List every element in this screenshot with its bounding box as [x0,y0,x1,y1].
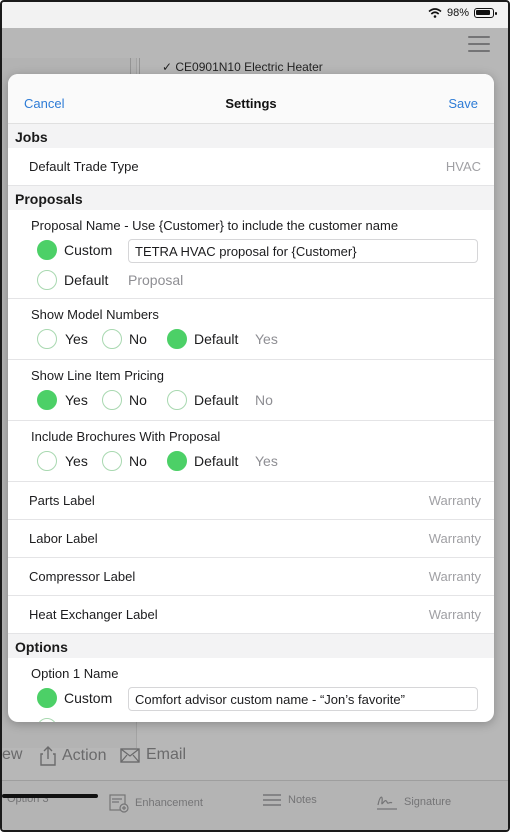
modal-title: Settings [225,96,277,111]
option-1-custom-radio[interactable] [37,688,57,708]
status-bar: 98% [2,2,508,28]
heat-exchanger-label-label: Heat Exchanger Label [29,607,158,622]
section-header-jobs: Jobs [8,124,494,148]
default-trade-type-label: Default Trade Type [29,159,139,174]
option-1-name-block: Option 1 Name Custom Comfort advisor cus… [8,658,494,722]
show-line-item-pricing-default-value: No [255,392,273,408]
settings-modal: Cancel Settings Save Jobs Default Trade … [8,74,494,722]
show-model-numbers-no-label: No [129,331,147,347]
show-model-numbers-title: Show Model Numbers [31,307,159,322]
show-line-item-pricing-yes-radio[interactable] [37,390,57,410]
wifi-icon [428,8,442,18]
proposal-name-custom-label: Custom [64,242,113,258]
show-model-numbers-default-value: Yes [255,331,278,347]
heat-exchanger-label-value: Warranty [428,607,481,622]
compressor-label-value: Warranty [428,569,481,584]
include-brochures-default-label: Default [194,453,239,469]
show-line-item-pricing-default-label: Default [194,392,239,408]
parts-label-label: Parts Label [29,493,95,508]
include-brochures-no-radio[interactable] [102,451,122,471]
show-line-item-pricing-block: Show Line Item Pricing Yes No Default No [8,360,494,421]
proposal-name-input[interactable]: TETRA HVAC proposal for {Customer} [128,239,478,263]
show-line-item-pricing-default-radio[interactable] [167,390,187,410]
section-header-options: Options [8,634,494,658]
parts-label-value: Warranty [428,493,481,508]
show-line-item-pricing-no-label: No [129,392,147,408]
default-trade-type-value: HVAC [445,159,481,174]
section-header-proposals: Proposals [8,186,494,210]
compressor-label-row[interactable]: Compressor Label Warranty [8,558,494,596]
modal-navbar: Cancel Settings Save [8,74,494,124]
show-line-item-pricing-no-radio[interactable] [102,390,122,410]
proposal-name-custom-radio[interactable] [37,240,57,260]
labor-label-row[interactable]: Labor Label Warranty [8,520,494,558]
show-model-numbers-no-radio[interactable] [102,329,122,349]
home-indicator [2,794,98,798]
include-brochures-yes-label: Yes [65,453,88,469]
labor-label-label: Labor Label [29,531,98,546]
show-model-numbers-block: Show Model Numbers Yes No Default Yes [8,299,494,360]
default-trade-type-row[interactable]: Default Trade Type HVAC [8,148,494,186]
include-brochures-default-value: Yes [255,453,278,469]
option-1-name-input[interactable]: Comfort advisor custom name - “Jon’s fav… [128,687,478,711]
show-line-item-pricing-yes-label: Yes [65,392,88,408]
save-button[interactable]: Save [448,96,478,111]
battery-icon [474,8,497,18]
option-1-custom-label: Custom [64,690,113,706]
show-model-numbers-yes-label: Yes [65,331,88,347]
show-line-item-pricing-title: Show Line Item Pricing [31,368,164,383]
include-brochures-block: Include Brochures With Proposal Yes No D… [8,421,494,482]
device-frame: ✓ CE0901N10 Electric Heater ew Action Em… [0,0,510,832]
labor-label-value: Warranty [428,531,481,546]
include-brochures-yes-radio[interactable] [37,451,57,471]
battery-percent: 98% [446,7,469,19]
option-1-name-title: Option 1 Name [31,666,119,681]
proposal-name-default-radio[interactable] [37,270,57,290]
proposal-name-title: Proposal Name - Use {Customer} to includ… [31,218,399,233]
include-brochures-default-radio[interactable] [167,451,187,471]
proposal-name-default-value: Proposal [128,272,184,288]
show-model-numbers-default-label: Default [194,331,239,347]
include-brochures-no-label: No [129,453,147,469]
show-model-numbers-yes-radio[interactable] [37,329,57,349]
heat-exchanger-label-row[interactable]: Heat Exchanger Label Warranty [8,596,494,634]
proposal-name-default-label: Default [64,272,109,288]
show-model-numbers-default-radio[interactable] [167,329,187,349]
parts-label-row[interactable]: Parts Label Warranty [8,482,494,520]
option-1-default-radio[interactable] [37,718,57,722]
compressor-label-label: Compressor Label [29,569,136,584]
include-brochures-title: Include Brochures With Proposal [31,429,221,444]
proposal-name-block: Proposal Name - Use {Customer} to includ… [8,210,494,299]
